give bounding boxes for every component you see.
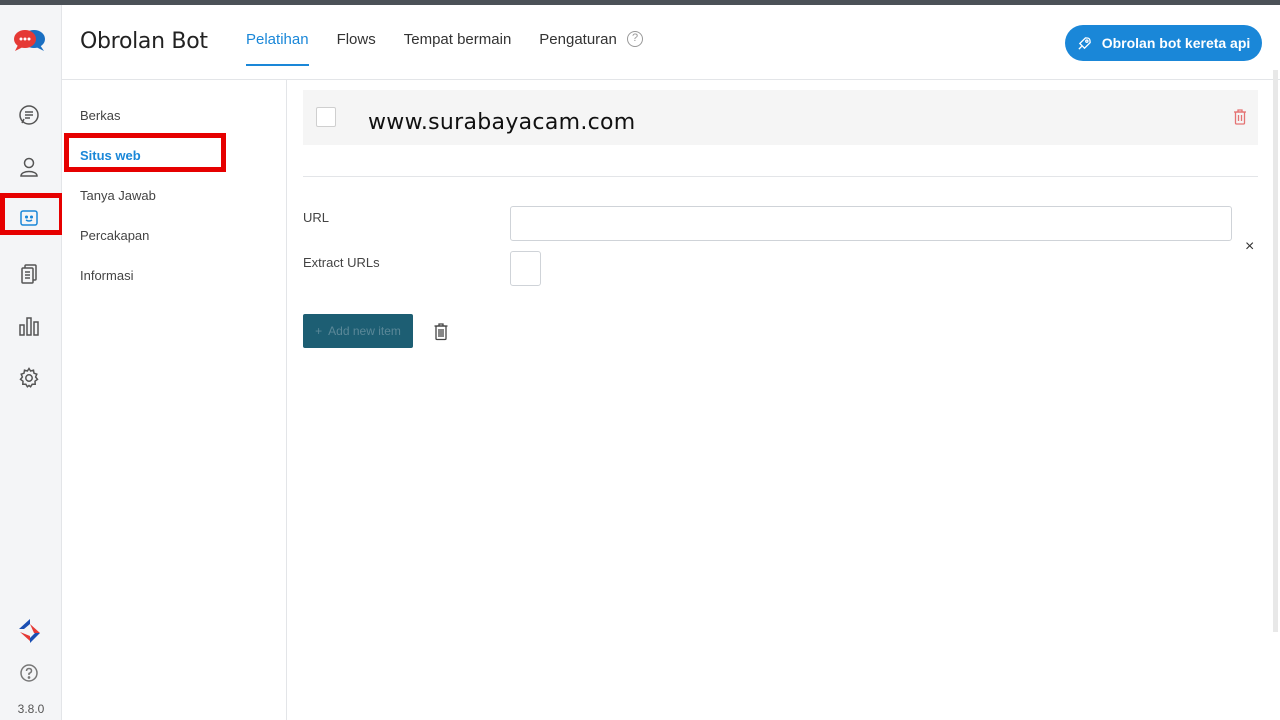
- website-row-checkbox[interactable]: [316, 107, 336, 127]
- add-new-item-label: Add new item: [328, 324, 401, 338]
- settings-icon[interactable]: [15, 364, 43, 392]
- training-subnav: Berkas Situs web Tanya Jawab Percakapan …: [62, 80, 287, 720]
- tab-pengaturan[interactable]: Pengaturan: [539, 31, 617, 66]
- help-icon[interactable]: [15, 659, 43, 687]
- close-icon[interactable]: ×: [1245, 238, 1254, 256]
- tab-tempat-bermain[interactable]: Tempat bermain: [404, 31, 512, 66]
- help-question-icon[interactable]: ?: [627, 31, 643, 47]
- website-url-text: www.surabayacam.com: [368, 110, 636, 135]
- subnav-item-tanya-jawab[interactable]: Tanya Jawab: [80, 188, 156, 203]
- page-title: Obrolan Bot: [80, 29, 208, 54]
- subnav-item-percakapan[interactable]: Percakapan: [80, 228, 149, 243]
- conversations-icon[interactable]: [15, 101, 43, 129]
- delete-website-icon[interactable]: [1232, 108, 1248, 126]
- icon-rail: [0, 5, 62, 720]
- chat-logo-icon[interactable]: [13, 27, 47, 55]
- header: Obrolan Bot Pelatihan Flows Tempat berma…: [62, 5, 1280, 80]
- url-label: URL: [303, 210, 330, 225]
- user-icon[interactable]: [15, 153, 43, 181]
- documents-icon[interactable]: [15, 260, 43, 288]
- rail-highlight-box: [0, 193, 64, 235]
- subnav-highlight-box: [64, 133, 226, 172]
- tab-bar: Pelatihan Flows Tempat bermain Pengatura…: [246, 31, 645, 66]
- scrollbar[interactable]: [1273, 70, 1278, 632]
- extract-urls-checkbox[interactable]: [510, 251, 541, 286]
- add-new-item-button[interactable]: + Add new item: [303, 314, 413, 348]
- tab-flows[interactable]: Flows: [337, 31, 376, 66]
- plus-icon: +: [315, 324, 323, 338]
- tab-pelatihan[interactable]: Pelatihan: [246, 31, 309, 66]
- app-version: 3.8.0: [17, 702, 45, 716]
- rocket-icon: [1078, 36, 1091, 50]
- extract-urls-label: Extract URLs: [303, 255, 380, 270]
- brand-logo-icon: [14, 617, 46, 645]
- subnav-item-berkas[interactable]: Berkas: [80, 108, 120, 123]
- url-input[interactable]: [510, 206, 1232, 241]
- delete-item-icon[interactable]: [433, 322, 449, 341]
- section-divider: [303, 176, 1258, 177]
- analytics-icon[interactable]: [15, 312, 43, 340]
- train-bot-button[interactable]: Obrolan bot kereta api: [1065, 25, 1262, 61]
- subnav-item-informasi[interactable]: Informasi: [80, 268, 133, 283]
- train-bot-label: Obrolan bot kereta api: [1101, 35, 1251, 51]
